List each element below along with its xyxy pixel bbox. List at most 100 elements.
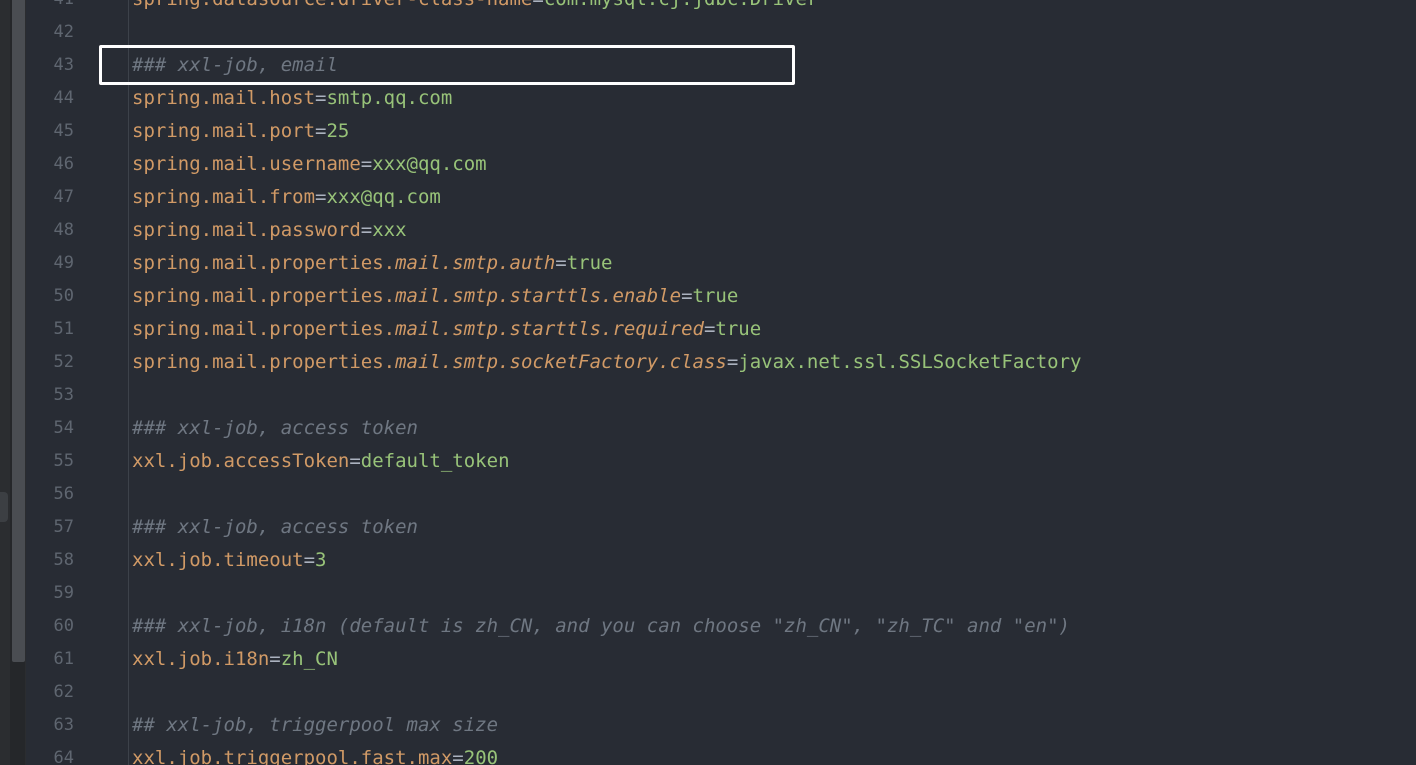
code-lines: 41 spring.datasource.driver-class-name=co…: [26, 0, 1416, 765]
value-token: 3: [315, 549, 327, 571]
line-number: 60: [53, 616, 74, 636]
value-token: true: [566, 252, 613, 274]
key-token: xxl.job.triggerpool.fast.max: [132, 747, 453, 765]
line-number: 45: [53, 121, 74, 141]
code-line[interactable]: 57 ### xxl-job, access token: [26, 511, 1416, 544]
value-token: xxx: [372, 219, 407, 241]
key-token: spring.mail.properties.: [132, 318, 396, 340]
code-line[interactable]: 48 spring.mail.password=xxx: [26, 214, 1416, 247]
line-number: 54: [53, 418, 74, 438]
value-token: 25: [326, 120, 350, 142]
line-code: spring.mail.password=xxx: [132, 214, 407, 247]
code-line[interactable]: 55 xxl.job.accessToken=default_token: [26, 445, 1416, 478]
code-editor[interactable]: 41 spring.datasource.driver-class-name=co…: [26, 0, 1416, 765]
operator-token: =: [349, 450, 361, 472]
key-token: mail.smtp.starttls.required: [395, 318, 704, 340]
line-number: 56: [53, 484, 74, 504]
key-token: spring.mail.properties.: [132, 252, 396, 274]
code-line[interactable]: 43 ### xxl-job, email: [26, 49, 1416, 82]
code-line[interactable]: 58 xxl.job.timeout=3: [26, 544, 1416, 577]
line-code: ### xxl-job, email: [132, 49, 338, 82]
code-line[interactable]: 53: [26, 379, 1416, 412]
code-line[interactable]: 50 spring.mail.properties.mail.smtp.start…: [26, 280, 1416, 313]
code-line[interactable]: 56: [26, 478, 1416, 511]
operator-token: =: [555, 252, 567, 274]
code-line[interactable]: 51 spring.mail.properties.mail.smtp.start…: [26, 313, 1416, 346]
key-token: xxl.job.accessToken: [132, 450, 350, 472]
code-line[interactable]: 63 ## xxl-job, triggerpool max size: [26, 709, 1416, 742]
comment-token: ### xxl-job, access token: [132, 417, 418, 439]
line-code: spring.mail.properties.mail.smtp.starttl…: [132, 280, 738, 313]
left-sidebar: [0, 0, 26, 765]
key-token: spring.mail.properties.: [132, 351, 396, 373]
line-number: 49: [53, 253, 74, 273]
key-token: xxl.job.timeout: [132, 549, 304, 571]
line-number: 51: [53, 319, 74, 339]
line-code: ### xxl-job, i18n (default is zh_CN, and…: [132, 610, 1070, 643]
line-code: spring.mail.from=xxx@qq.com: [132, 181, 441, 214]
code-line[interactable]: 62: [26, 676, 1416, 709]
code-line[interactable]: 64 xxl.job.triggerpool.fast.max=200: [26, 742, 1416, 765]
line-number: 55: [53, 451, 74, 471]
code-line[interactable]: 54 ### xxl-job, access token: [26, 412, 1416, 445]
code-line[interactable]: 41 spring.datasource.driver-class-name=co…: [26, 0, 1416, 16]
line-number: 48: [53, 220, 74, 240]
code-line[interactable]: 45 spring.mail.port=25: [26, 115, 1416, 148]
line-code: spring.datasource.driver-class-name=com.…: [132, 0, 818, 16]
line-number: 59: [53, 583, 74, 603]
line-code: xxl.job.accessToken=default_token: [132, 445, 510, 478]
operator-token: =: [532, 0, 543, 10]
line-number: 64: [53, 748, 74, 765]
line-number: 62: [53, 682, 74, 702]
operator-token: =: [681, 285, 693, 307]
code-line[interactable]: 52 spring.mail.properties.mail.smtp.socke…: [26, 346, 1416, 379]
value-token: xxx@qq.com: [326, 186, 441, 208]
operator-token: =: [315, 87, 327, 109]
code-line[interactable]: 49 spring.mail.properties.mail.smtp.auth=…: [26, 247, 1416, 280]
code-line[interactable]: 60 ### xxl-job, i18n (default is zh_CN, a…: [26, 610, 1416, 643]
line-number: 52: [53, 352, 74, 372]
operator-token: =: [303, 549, 316, 571]
key-token: mail.smtp.auth: [395, 252, 556, 274]
operator-token: =: [726, 351, 739, 373]
line-code: spring.mail.properties.mail.smtp.socketF…: [132, 346, 1081, 379]
line-number: 44: [53, 88, 74, 108]
line-number: 61: [53, 649, 74, 669]
line-number: 47: [53, 187, 74, 207]
value-token: true: [715, 318, 762, 340]
line-number: 50: [53, 286, 74, 306]
line-code: ## xxl-job, triggerpool max size: [132, 709, 498, 742]
operator-token: =: [452, 747, 464, 765]
key-token: mail.smtp.starttls.enable: [395, 285, 682, 307]
code-line[interactable]: 61 xxl.job.i18n=zh_CN: [26, 643, 1416, 676]
key-token: spring.datasource.driver-class-name: [132, 0, 532, 10]
line-number: 63: [53, 715, 74, 735]
comment-token: ### xxl-job, access token: [132, 516, 418, 538]
operator-token: =: [703, 318, 716, 340]
code-line[interactable]: 44 spring.mail.host=smtp.qq.com: [26, 82, 1416, 115]
operator-token: =: [269, 648, 281, 670]
key-token: spring.mail.from: [132, 186, 316, 208]
line-code: xxl.job.timeout=3: [132, 544, 327, 577]
key-token: spring.mail.host: [132, 87, 316, 109]
code-line[interactable]: 47 spring.mail.from=xxx@qq.com: [26, 181, 1416, 214]
comment-token: ### xxl-job, email: [132, 54, 338, 76]
operator-token: =: [360, 219, 373, 241]
code-line[interactable]: 59: [26, 577, 1416, 610]
value-token: xxx@qq.com: [372, 153, 487, 175]
value-token: zh_CN: [280, 648, 338, 670]
line-code: spring.mail.port=25: [132, 115, 349, 148]
value-token: 200: [463, 747, 499, 765]
code-line[interactable]: 42: [26, 16, 1416, 49]
line-code: spring.mail.username=xxx@qq.com: [132, 148, 487, 181]
operator-token: =: [315, 120, 327, 142]
operator-token: =: [315, 186, 327, 208]
key-token: spring.mail.properties.: [132, 285, 396, 307]
code-line[interactable]: 46 spring.mail.username=xxx@qq.com: [26, 148, 1416, 181]
line-number: 53: [53, 385, 74, 405]
line-number: 42: [53, 22, 74, 42]
scrollbar-thumb[interactable]: [12, 0, 25, 662]
line-number: 41: [26, 0, 74, 16]
line-code: ### xxl-job, access token: [132, 511, 418, 544]
panel-resize-handle[interactable]: [0, 492, 8, 522]
